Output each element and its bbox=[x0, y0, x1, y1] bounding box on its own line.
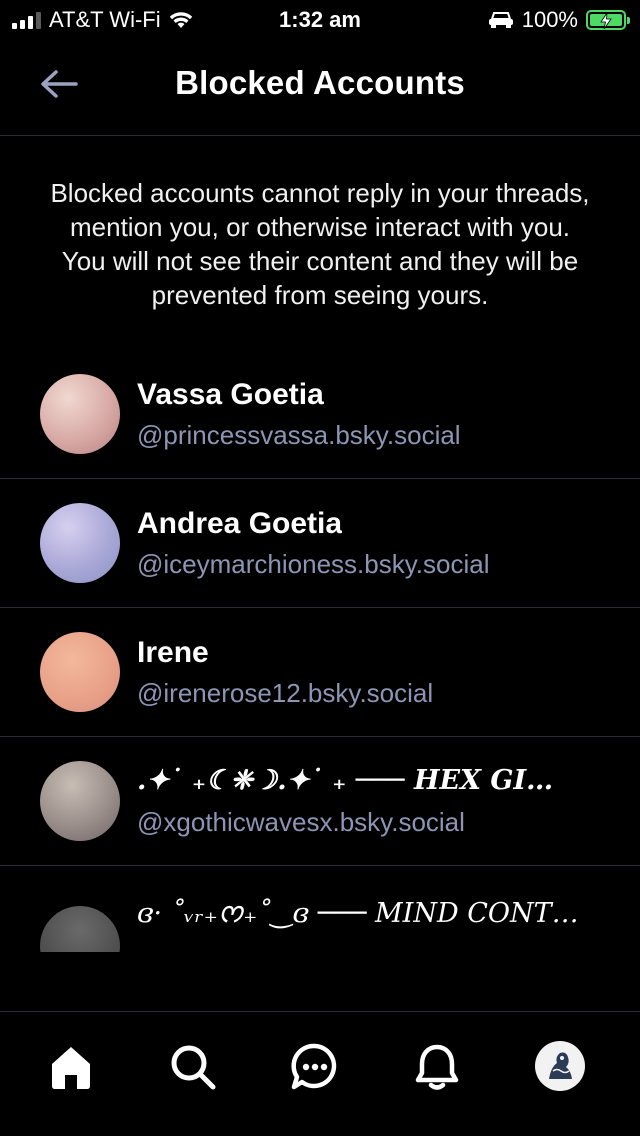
car-icon bbox=[488, 12, 513, 28]
home-icon bbox=[52, 1047, 90, 1089]
account-name: ɞ· ˚ᵥᵣ₊ᰔ₊˚‿ɞ ─── MIND CONT… bbox=[137, 898, 579, 929]
status-right: 100% bbox=[488, 7, 630, 33]
account-row[interactable]: .✦˙ ₊☾❈☽.✦˙ ₊ ─── HEX GI… @xgothicwavesx… bbox=[0, 737, 640, 866]
avatar bbox=[40, 906, 120, 952]
tab-chat[interactable] bbox=[290, 1042, 340, 1092]
chat-icon bbox=[291, 1043, 337, 1090]
tab-search[interactable] bbox=[168, 1042, 218, 1092]
avatar bbox=[40, 503, 120, 583]
app-screen: AT&T Wi-Fi 1:32 am 100% Blocked Accounts… bbox=[0, 0, 640, 1136]
account-name: Vassa Goetia bbox=[137, 378, 324, 411]
tab-notifications[interactable] bbox=[412, 1042, 462, 1092]
account-row[interactable]: ɞ· ˚ᵥᵣ₊ᰔ₊˚‿ɞ ─── MIND CONT… bbox=[0, 866, 640, 952]
bell-icon bbox=[415, 1044, 459, 1090]
account-handle: @irenerose12.bsky.social bbox=[137, 678, 434, 708]
tab-home[interactable] bbox=[46, 1042, 96, 1092]
status-bar: AT&T Wi-Fi 1:32 am 100% bbox=[0, 0, 640, 40]
description-text: Blocked accounts cannot reply in your th… bbox=[50, 178, 590, 310]
tab-profile-avatar[interactable] bbox=[535, 1041, 585, 1091]
account-name: Irene bbox=[137, 636, 209, 669]
battery-icon bbox=[586, 10, 630, 30]
account-row[interactable]: Andrea Goetia @iceymarchioness.bsky.soci… bbox=[0, 479, 640, 608]
blocked-accounts-list: Vassa Goetia @princessvassa.bsky.social … bbox=[0, 350, 640, 952]
account-name: .✦˙ ₊☾❈☽.✦˙ ₊ ─── HEX GI… bbox=[137, 765, 554, 796]
battery-percent: 100% bbox=[521, 7, 578, 32]
bottom-tab-bar bbox=[0, 1011, 640, 1136]
profile-avatar-icon bbox=[536, 1042, 584, 1090]
header: Blocked Accounts bbox=[0, 40, 640, 136]
search-icon bbox=[171, 1045, 216, 1090]
account-row[interactable]: Vassa Goetia @princessvassa.bsky.social bbox=[0, 350, 640, 479]
avatar bbox=[40, 374, 120, 454]
account-row[interactable]: Irene @irenerose12.bsky.social bbox=[0, 608, 640, 737]
account-handle: @princessvassa.bsky.social bbox=[137, 420, 461, 450]
account-name: Andrea Goetia bbox=[137, 507, 343, 540]
avatar bbox=[40, 761, 120, 841]
avatar bbox=[40, 632, 120, 712]
account-handle: @iceymarchioness.bsky.social bbox=[137, 549, 490, 579]
page-title: Blocked Accounts bbox=[175, 64, 465, 101]
account-handle: @xgothicwavesx.bsky.social bbox=[137, 807, 465, 837]
